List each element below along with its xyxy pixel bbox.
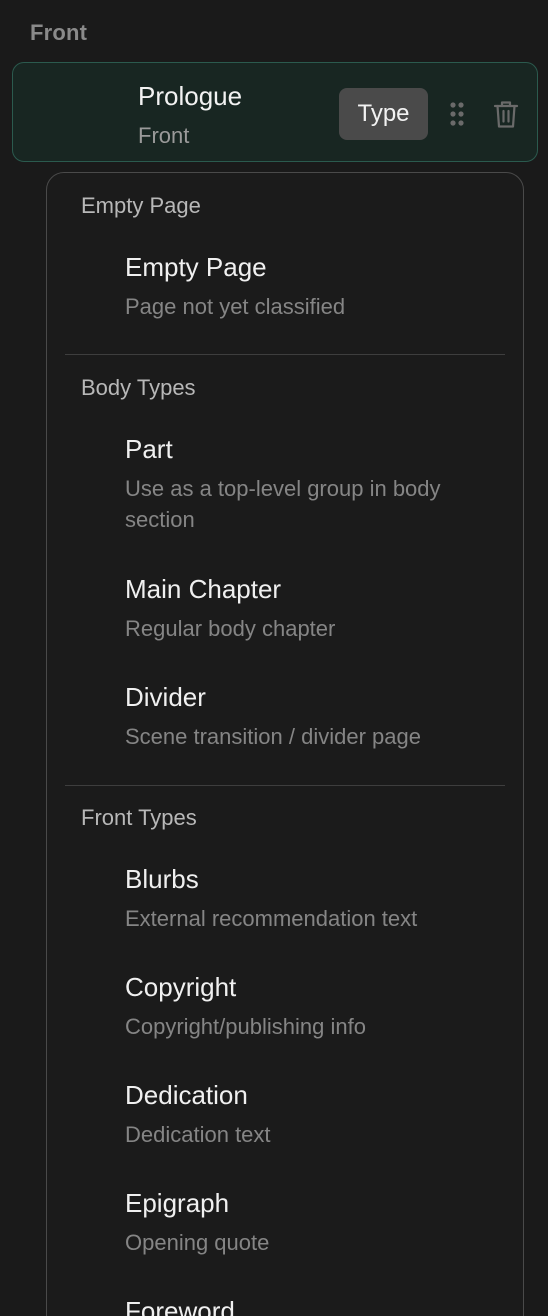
selected-page-item[interactable]: Prologue Front Type	[12, 62, 538, 162]
option-description: External recommendation text	[125, 906, 418, 931]
option-description: Opening quote	[125, 1230, 270, 1255]
option-description: Scene transition / divider page	[125, 724, 421, 749]
option-main-chapter[interactable]: Main Chapter Regular body chapter	[125, 573, 503, 644]
option-description: Dedication text	[125, 1122, 271, 1147]
option-dedication[interactable]: Dedication Dedication text	[125, 1079, 503, 1150]
option-description: Regular body chapter	[125, 616, 336, 641]
option-title: Divider	[125, 682, 206, 712]
option-description: Use as a top-level group in body section	[125, 476, 441, 532]
option-title: Epigraph	[125, 1188, 230, 1218]
option-empty-page[interactable]: Empty Page Page not yet classified	[125, 251, 503, 322]
option-title: Foreword	[125, 1296, 235, 1316]
section-header: Front	[30, 20, 88, 45]
option-description: Page not yet classified	[125, 294, 346, 319]
trash-icon[interactable]	[493, 99, 519, 129]
divider	[65, 354, 505, 355]
option-title: Part	[125, 434, 173, 464]
group-label-front-types: Front Types	[81, 805, 197, 830]
drag-handle-icon[interactable]	[449, 101, 465, 127]
option-title: Copyright	[125, 972, 237, 1002]
option-title: Main Chapter	[125, 574, 282, 604]
option-description: Copyright/publishing info	[125, 1014, 366, 1039]
page-section-label: Front	[138, 123, 190, 148]
option-blurbs[interactable]: Blurbs External recommendation text	[125, 863, 503, 934]
option-title: Blurbs	[125, 864, 199, 894]
page-type-dropdown: Empty Page Empty Page Page not yet class…	[46, 172, 524, 1316]
option-foreword[interactable]: Foreword	[125, 1295, 503, 1316]
option-title: Dedication	[125, 1080, 248, 1110]
group-label-empty-page: Empty Page	[81, 193, 201, 218]
divider	[65, 785, 505, 786]
type-button[interactable]: Type	[339, 88, 428, 140]
group-label-body-types: Body Types	[81, 375, 196, 400]
option-divider[interactable]: Divider Scene transition / divider page	[125, 681, 503, 752]
option-epigraph[interactable]: Epigraph Opening quote	[125, 1187, 503, 1258]
option-part[interactable]: Part Use as a top-level group in body se…	[125, 433, 503, 535]
option-title: Empty Page	[125, 252, 267, 282]
page-type-panel: Front Prologue Front Type Empty Page Emp…	[0, 0, 548, 1316]
page-title: Prologue	[138, 81, 243, 111]
option-copyright[interactable]: Copyright Copyright/publishing info	[125, 971, 503, 1042]
